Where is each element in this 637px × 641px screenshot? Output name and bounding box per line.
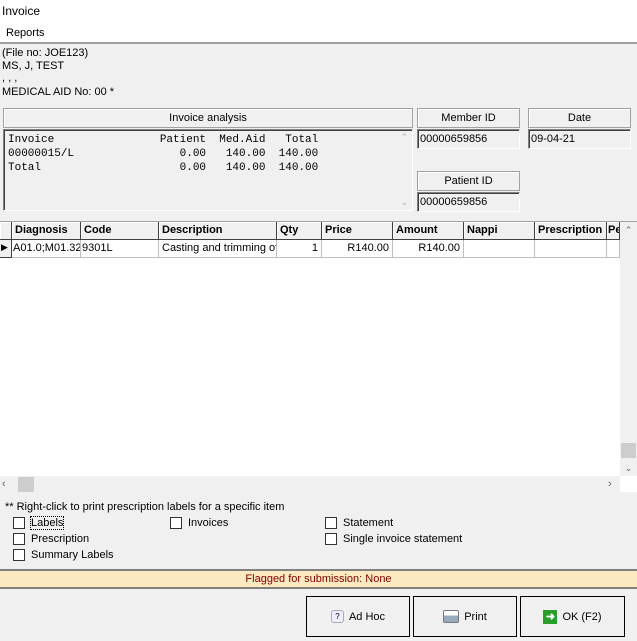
scroll-up-icon[interactable]: ⌃: [620, 222, 637, 238]
col-nappi[interactable]: Nappi: [464, 222, 535, 240]
statement-label: Statement: [343, 517, 394, 529]
cell-code[interactable]: 9301L: [81, 240, 159, 258]
print-label: Print: [464, 610, 487, 623]
horizontal-scrollbar[interactable]: ‹ ›: [0, 476, 620, 493]
flagged-status: Flagged for submission: None: [0, 569, 637, 589]
cell-nappi[interactable]: [464, 240, 535, 258]
patient-id-label: Patient ID: [417, 171, 520, 191]
summary-labels-checkbox[interactable]: Summary Labels: [13, 549, 114, 561]
scroll-down-icon[interactable]: ⌄: [620, 460, 637, 476]
invoices-checkbox[interactable]: Invoices: [170, 517, 228, 529]
statement-checkbox[interactable]: Statement: [325, 517, 393, 529]
window-title: Invoice: [0, 0, 637, 24]
prescription-checkbox[interactable]: Prescription: [13, 533, 89, 545]
row-selected-icon[interactable]: ▶: [0, 240, 12, 258]
labels-checkbox[interactable]: Labels: [13, 516, 65, 530]
row-indicator-header: [0, 222, 12, 240]
member-id-value: 00000659856: [417, 129, 520, 149]
col-description[interactable]: Description: [159, 222, 277, 240]
prescription-label: Prescription: [31, 533, 90, 545]
adhoc-label: Ad Hoc: [348, 610, 386, 623]
analysis-line: 00000015/L 0.00 140.00 140.00: [8, 148, 319, 160]
col-price[interactable]: Price: [322, 222, 393, 240]
scroll-up-icon[interactable]: ⌃: [400, 132, 408, 143]
col-qty[interactable]: Qty: [277, 222, 322, 240]
cell-prescription[interactable]: [535, 240, 607, 258]
adhoc-button[interactable]: ? Ad Hoc: [306, 596, 410, 637]
invoice-analysis-list[interactable]: Invoice Patient Med.Aid Total 00000015/L…: [3, 129, 413, 211]
col-diagnosis[interactable]: Diagnosis: [12, 222, 81, 240]
summary-labels-label: Summary Labels: [31, 549, 114, 561]
file-no: (File no: JOE123): [2, 47, 89, 59]
single-invoice-statement-label: Single invoice statement: [343, 533, 463, 545]
vertical-scroll-thumb[interactable]: [621, 443, 636, 458]
invoice-analysis-header: Invoice analysis: [3, 108, 413, 128]
col-prescription[interactable]: Prescription: [535, 222, 607, 240]
patient-id-value: 00000659856: [417, 192, 520, 212]
analysis-line: Total 0.00 140.00 140.00: [8, 162, 319, 174]
analysis-line: Invoice Patient Med.Aid Total: [8, 134, 319, 146]
medical-aid-no: MEDICAL AID No: 00 *: [2, 86, 115, 98]
date-value: 09-04-21: [528, 129, 631, 149]
scroll-down-icon[interactable]: ⌄: [400, 197, 408, 208]
cell-diagnosis[interactable]: A01.0;M01.32: [12, 240, 81, 258]
cell-amount[interactable]: R140.00: [393, 240, 464, 258]
vertical-scrollbar[interactable]: ⌃ ⌄: [620, 222, 637, 476]
col-pe[interactable]: Pe: [607, 222, 620, 240]
printer-icon: [443, 610, 460, 623]
scroll-right-icon[interactable]: ›: [608, 476, 612, 493]
help-bubble-icon: ?: [330, 610, 344, 623]
invoice-items-grid[interactable]: Diagnosis Code Description Qty Price Amo…: [0, 221, 637, 493]
cell-qty[interactable]: 1: [277, 240, 322, 258]
scroll-left-icon[interactable]: ‹: [2, 476, 6, 493]
cell-description[interactable]: Casting and trimming of m: [159, 240, 277, 258]
single-invoice-statement-checkbox[interactable]: Single invoice statement: [325, 533, 462, 545]
ok-label: OK (F2): [562, 610, 602, 623]
col-amount[interactable]: Amount: [393, 222, 464, 240]
menu-bar: Reports: [0, 24, 637, 44]
patient-address: , , ,: [2, 72, 18, 84]
date-label: Date: [528, 108, 631, 128]
cell-pe[interactable]: [607, 240, 620, 258]
cell-price[interactable]: R140.00: [322, 240, 393, 258]
print-button[interactable]: Print: [413, 596, 517, 637]
menu-reports[interactable]: Reports: [6, 27, 45, 39]
arrow-right-icon: ➜: [543, 609, 558, 624]
invoices-label: Invoices: [188, 517, 229, 529]
col-code[interactable]: Code: [81, 222, 159, 240]
labels-label: Labels: [29, 516, 65, 530]
horizontal-scroll-thumb[interactable]: [18, 477, 34, 492]
print-note: ** Right-click to print prescription lab…: [5, 501, 285, 513]
member-id-label: Member ID: [417, 108, 520, 128]
ok-button[interactable]: ➜ OK (F2): [520, 596, 625, 637]
